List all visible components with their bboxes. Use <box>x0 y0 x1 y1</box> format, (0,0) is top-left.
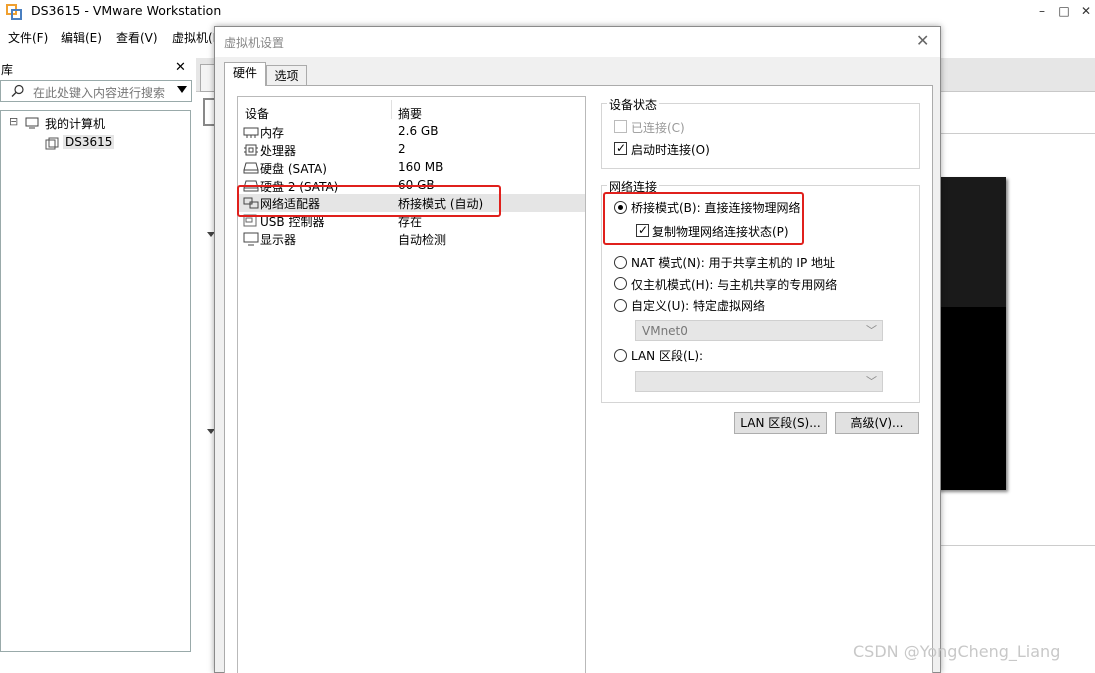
nat-radio[interactable] <box>614 256 627 269</box>
advanced-button[interactable]: 高级(V)... <box>835 412 919 434</box>
device-name: 硬盘 (SATA) <box>260 162 327 176</box>
library-search-input[interactable]: 在此处键入内容进行搜索 <box>0 80 192 102</box>
device-row-memory[interactable]: 内存 2.6 GB <box>239 123 585 141</box>
device-name: 处理器 <box>260 144 297 158</box>
device-summary: 自动检测 <box>398 233 447 247</box>
divider <box>940 133 1095 134</box>
device-row-processor[interactable]: 处理器 2 <box>239 141 585 159</box>
lan-segment-radio[interactable] <box>614 349 627 362</box>
library-panel: 库 ✕ 在此处键入内容进行搜索 ⊟ 我的计算机 DS3615 <box>0 58 196 673</box>
tree-item-ds3615[interactable]: DS3615 <box>63 135 115 149</box>
menu-edit[interactable]: 编辑(E) <box>61 29 102 46</box>
tab-hardware[interactable]: 硬件 <box>224 62 266 86</box>
menu-file[interactable]: 文件(F) <box>8 29 48 46</box>
library-tree: ⊟ 我的计算机 DS3615 <box>0 110 191 652</box>
device-row-display[interactable]: 显示器 自动检测 <box>239 230 585 248</box>
checkmark-icon: ✓ <box>615 141 627 155</box>
device-summary: 2.6 GB <box>398 124 439 138</box>
connect-at-power-on-checkbox[interactable]: ✓ <box>614 141 627 155</box>
dialog-titlebar: 虚拟机设置 ✕ <box>215 27 940 57</box>
device-name: 内存 <box>260 126 285 140</box>
tree-item-my-computer[interactable]: 我的计算机 <box>45 115 105 132</box>
memory-icon <box>243 127 259 138</box>
connected-checkbox[interactable] <box>614 120 627 133</box>
display-icon <box>243 232 259 246</box>
vm-console-top <box>937 177 1006 307</box>
custom-network-value: VMnet0 <box>642 324 688 338</box>
chevron-down-icon: ﹀ <box>866 375 877 388</box>
library-title: 库 <box>1 63 14 77</box>
device-list: 设备 摘要 内存 2.6 GB 处理器 2 硬盘 (SATA) 160 MB 硬… <box>237 96 586 673</box>
divider <box>940 545 1095 546</box>
watermark: CSDN @YongCheng_Liang <box>853 642 1061 661</box>
connect-at-power-on-label: 启动时连接(O) <box>631 143 710 157</box>
maximize-button[interactable]: □ <box>1052 2 1076 20</box>
processor-icon <box>244 144 258 156</box>
hard-disk-icon <box>243 162 259 174</box>
vmware-logo-icon <box>6 4 22 20</box>
column-header-summary[interactable]: 摘要 <box>398 105 422 122</box>
device-summary: 160 MB <box>398 160 444 174</box>
highlight-box-bridged-mode <box>603 192 804 245</box>
custom-network-select[interactable]: VMnet0 ﹀ <box>635 320 883 341</box>
search-icon <box>11 84 24 97</box>
custom-label: 自定义(U): 特定虚拟网络 <box>631 299 766 313</box>
tree-collapse-icon[interactable]: ⊟ <box>9 115 18 128</box>
close-app-button[interactable]: ✕ <box>1074 2 1095 20</box>
host-only-radio[interactable] <box>614 277 627 290</box>
computer-icon <box>25 117 39 129</box>
library-header: 库 ✕ <box>0 60 196 78</box>
dialog-close-icon[interactable]: ✕ <box>916 31 929 50</box>
connected-label: 已连接(C) <box>631 121 685 135</box>
tab-options[interactable]: 选项 <box>266 65 307 85</box>
app-titlebar: DS3615 - VMware Workstation – □ ✕ <box>0 0 1095 24</box>
custom-radio[interactable] <box>614 299 627 312</box>
dialog-title: 虚拟机设置 <box>224 36 285 50</box>
search-dropdown-icon[interactable] <box>177 86 187 93</box>
chevron-down-icon: ﹀ <box>866 324 877 337</box>
device-row-hard-disk[interactable]: 硬盘 (SATA) 160 MB <box>239 159 585 177</box>
highlight-box-network-adapter <box>237 185 501 217</box>
host-only-label: 仅主机模式(H): 与主机共享的专用网络 <box>631 278 838 292</box>
vm-icon <box>45 137 59 150</box>
lan-segment-select[interactable]: ﹀ <box>635 371 883 392</box>
minimize-button[interactable]: – <box>1030 2 1054 20</box>
device-summary: 2 <box>398 142 406 156</box>
search-placeholder: 在此处键入内容进行搜索 <box>33 86 166 100</box>
menu-view[interactable]: 查看(V) <box>116 29 158 46</box>
library-close-icon[interactable]: ✕ <box>175 60 186 75</box>
column-separator <box>391 100 392 119</box>
column-header-device[interactable]: 设备 <box>245 105 269 122</box>
lan-segments-button[interactable]: LAN 区段(S)... <box>734 412 827 434</box>
nat-label: NAT 模式(N): 用于共享主机的 IP 地址 <box>631 256 836 270</box>
vm-settings-dialog: 虚拟机设置 ✕ 硬件 选项 设备 摘要 内存 2.6 GB 处理器 2 硬盘 (… <box>214 26 941 673</box>
lan-segment-label: LAN 区段(L): <box>631 349 704 363</box>
app-title: DS3615 - VMware Workstation <box>31 3 222 18</box>
device-status-label: 设备状态 <box>607 96 660 113</box>
device-name: 显示器 <box>260 233 297 247</box>
